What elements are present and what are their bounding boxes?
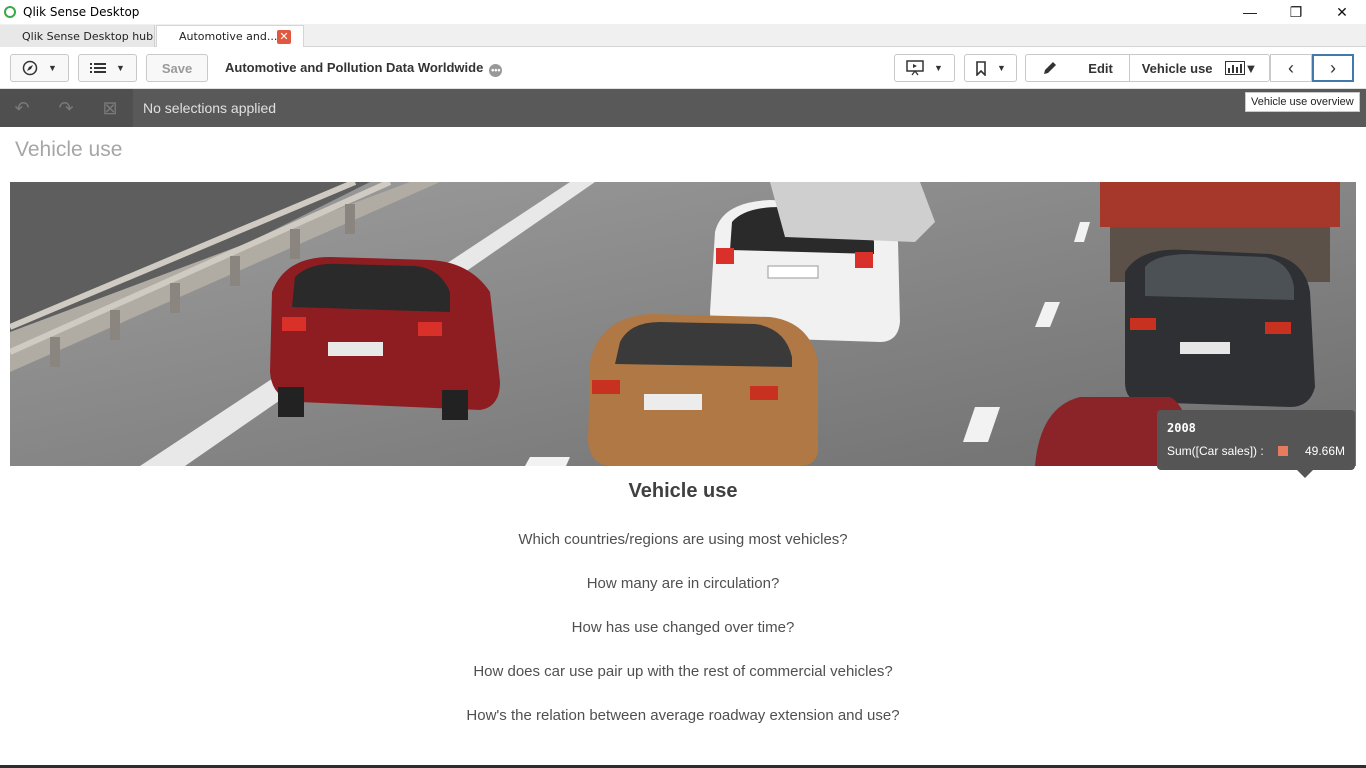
qlik-logo-icon — [4, 6, 16, 18]
question-text: How has use changed over time? — [571, 619, 795, 636]
chevron-left-icon: ‹ — [1288, 57, 1294, 78]
tab-app[interactable]: Automotive and... ✕ — [156, 25, 304, 47]
step-forward-icon[interactable]: ↷ — [44, 98, 88, 119]
tab-bar: Qlik Sense Desktop hub Automotive and...… — [0, 24, 1366, 47]
question-text: How many are in circulation? — [586, 575, 780, 592]
chevron-down-icon: ▼ — [934, 63, 943, 73]
minimize-button[interactable]: — — [1227, 0, 1273, 24]
story-button[interactable]: ▼ — [894, 54, 955, 82]
tooltip-arrow — [1297, 470, 1313, 478]
info-icon[interactable]: ••• — [489, 64, 503, 77]
app-title: Automotive and Pollution Data Worldwide •… — [225, 60, 503, 77]
question-text: How's the relation between average roadw… — [466, 707, 900, 724]
previous-sheet-button[interactable]: ‹ — [1270, 54, 1312, 82]
pencil-icon — [1044, 62, 1057, 74]
restore-button[interactable]: ❐ — [1273, 0, 1319, 24]
step-back-icon[interactable]: ↶ — [0, 98, 44, 119]
toolbar: ▼ ▼ Save Automotive and Pollution Data W… — [0, 47, 1366, 89]
chart-tooltip: 2008 Sum([Car sales]) : 49.66M — [1157, 410, 1355, 478]
selections-status: No selections applied — [143, 100, 277, 116]
global-menu-button[interactable]: ▼ — [78, 54, 137, 82]
next-sheet-button[interactable]: › — [1312, 54, 1354, 82]
chevron-right-icon: › — [1330, 57, 1336, 78]
edit-button[interactable]: Edit — [1026, 55, 1131, 81]
sheet-controls: Edit Vehicle use ▼ — [1025, 54, 1270, 82]
tooltip-value: 49.66M — [1304, 444, 1345, 458]
app-title-text: Automotive and Pollution Data Worldwide — [225, 60, 484, 75]
tab-hub[interactable]: Qlik Sense Desktop hub — [0, 25, 155, 47]
chevron-down-icon: ▼ — [116, 63, 125, 73]
navigation-menu-button[interactable]: ▼ — [10, 54, 69, 82]
edit-label: Edit — [1088, 60, 1113, 76]
question-text: Which countries/regions are using most v… — [518, 531, 848, 548]
bookmark-button[interactable]: ▼ — [964, 54, 1017, 82]
chevron-down-icon: ▼ — [997, 63, 1006, 73]
chart-sheet-icon — [1224, 61, 1245, 75]
tooltip-year: 2008 — [1167, 421, 1196, 435]
tab-hub-label: Qlik Sense Desktop hub — [22, 29, 154, 43]
selections-bar: ↶ ↷ ⊠ No selections applied — [0, 89, 1366, 127]
chevron-down-icon: ▼ — [48, 63, 57, 73]
window-title: Qlik Sense Desktop — [23, 5, 140, 19]
sheet-selector[interactable]: Vehicle use ▼ — [1130, 55, 1269, 81]
clear-selections-icon[interactable]: ⊠ — [88, 98, 132, 119]
question-text: How does car use pair up with the rest o… — [473, 663, 893, 680]
list-icon — [90, 63, 107, 73]
content-title: Vehicle use — [628, 480, 738, 502]
compass-icon — [22, 60, 38, 76]
presentation-icon — [906, 60, 924, 76]
next-sheet-tooltip: Vehicle use overview — [1245, 92, 1360, 112]
window-title-bar: Qlik Sense Desktop — ❐ ✕ — [0, 0, 1366, 24]
sheet-label: Vehicle use — [1141, 60, 1213, 76]
selection-tools: ↶ ↷ ⊠ — [0, 89, 133, 127]
tooltip-measure-label: Sum([Car sales]) : — [1167, 444, 1264, 458]
sheet-title: Vehicle use — [15, 138, 123, 161]
banner-image — [10, 182, 1356, 466]
road-cars-illustration — [10, 182, 1356, 466]
tab-app-label: Automotive and... — [179, 30, 278, 43]
chevron-down-icon: ▼ — [1244, 60, 1258, 76]
close-window-button[interactable]: ✕ — [1319, 0, 1365, 24]
bookmark-icon — [976, 60, 986, 76]
tab-close-icon[interactable]: ✕ — [277, 30, 291, 44]
tooltip-color-swatch — [1278, 446, 1288, 456]
save-button[interactable]: Save — [146, 54, 208, 82]
